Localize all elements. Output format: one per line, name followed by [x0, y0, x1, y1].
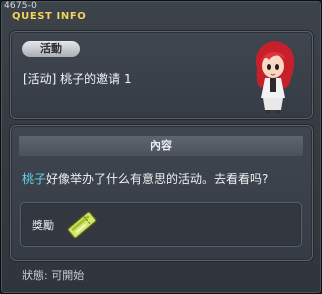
quest-status: 狀態: 可開始	[22, 269, 85, 282]
content-header: 內容	[19, 136, 303, 156]
ticket-icon[interactable]	[65, 208, 99, 242]
window-title: QUEST INFO	[12, 11, 87, 22]
reward-label: 獎勵	[32, 219, 54, 232]
category-badge: 活動	[22, 41, 80, 57]
quest-name: [活动] 桃子的邀请 1	[23, 72, 132, 86]
npc-name-link[interactable]: 桃子	[22, 172, 46, 186]
quest-summary-panel: 活動 [活动] 桃子的邀请 1	[10, 31, 313, 119]
quest-info-window: 4675-0 QUEST INFO 活動 [活动] 桃子的邀请 1 內容 桃子好…	[0, 0, 322, 294]
reward-box: 獎勵	[20, 202, 302, 247]
quest-content-panel: 內容 桃子好像举办了什么有意思的活动。去看看吗? 獎勵	[10, 125, 313, 261]
quest-description: 桃子好像举办了什么有意思的活动。去看看吗?	[22, 170, 268, 187]
npc-portrait	[255, 41, 295, 114]
description-text: 好像举办了什么有意思的活动。去看看吗?	[46, 172, 269, 186]
quest-id: 4675-0	[4, 1, 38, 11]
